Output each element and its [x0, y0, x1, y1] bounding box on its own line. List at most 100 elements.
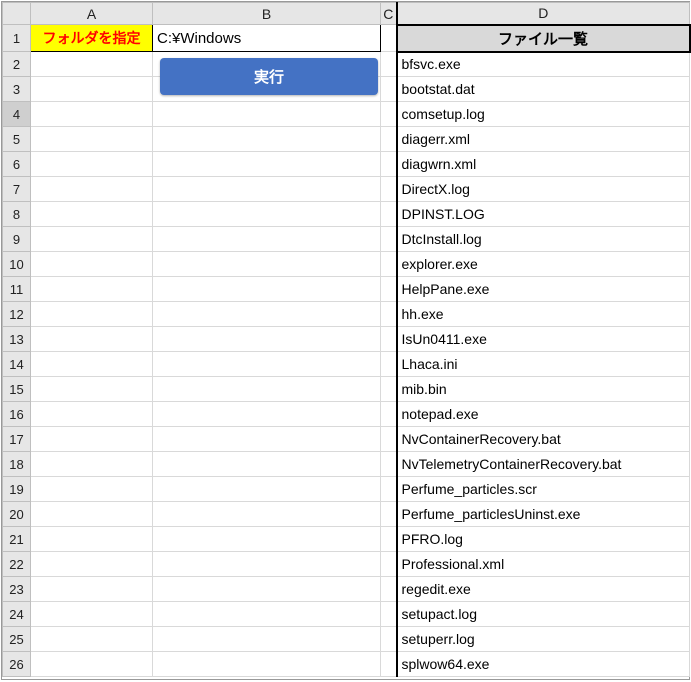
cell-C3[interactable]: [381, 77, 397, 102]
row-header-7[interactable]: 7: [3, 177, 31, 202]
cell-D16[interactable]: notepad.exe: [397, 402, 690, 427]
row-header-9[interactable]: 9: [3, 227, 31, 252]
cell-B25[interactable]: [153, 627, 381, 652]
cell-B5[interactable]: [153, 127, 381, 152]
row-header-21[interactable]: 21: [3, 527, 31, 552]
cell-A19[interactable]: [31, 477, 153, 502]
cell-B15[interactable]: [153, 377, 381, 402]
cell-A2[interactable]: [31, 52, 153, 77]
cell-C11[interactable]: [381, 277, 397, 302]
cell-C6[interactable]: [381, 152, 397, 177]
cell-D25[interactable]: setuperr.log: [397, 627, 690, 652]
cell-A9[interactable]: [31, 227, 153, 252]
cell-B26[interactable]: [153, 652, 381, 677]
cell-A6[interactable]: [31, 152, 153, 177]
cell-B11[interactable]: [153, 277, 381, 302]
cell-B23[interactable]: [153, 577, 381, 602]
cell-A3[interactable]: [31, 77, 153, 102]
cell-A12[interactable]: [31, 302, 153, 327]
row-header-6[interactable]: 6: [3, 152, 31, 177]
row-header-4[interactable]: 4: [3, 102, 31, 127]
cell-A1[interactable]: フォルダを指定: [31, 25, 153, 52]
cell-B12[interactable]: [153, 302, 381, 327]
cell-D2[interactable]: bfsvc.exe: [397, 52, 690, 77]
row-header-22[interactable]: 22: [3, 552, 31, 577]
col-header-C[interactable]: C: [381, 3, 397, 25]
cell-A4[interactable]: [31, 102, 153, 127]
cell-B24[interactable]: [153, 602, 381, 627]
cell-D21[interactable]: PFRO.log: [397, 527, 690, 552]
row-header-10[interactable]: 10: [3, 252, 31, 277]
grid[interactable]: A B C D 1フォルダを指定C:¥Windowsファイル一覧2bfsvc.e…: [2, 2, 691, 677]
cell-A17[interactable]: [31, 427, 153, 452]
row-header-3[interactable]: 3: [3, 77, 31, 102]
cell-A26[interactable]: [31, 652, 153, 677]
row-header-1[interactable]: 1: [3, 25, 31, 52]
cell-C24[interactable]: [381, 602, 397, 627]
row-header-8[interactable]: 8: [3, 202, 31, 227]
cell-C10[interactable]: [381, 252, 397, 277]
cell-D20[interactable]: Perfume_particlesUninst.exe: [397, 502, 690, 527]
cell-B21[interactable]: [153, 527, 381, 552]
cell-C7[interactable]: [381, 177, 397, 202]
cell-D26[interactable]: splwow64.exe: [397, 652, 690, 677]
cell-B18[interactable]: [153, 452, 381, 477]
cell-D12[interactable]: hh.exe: [397, 302, 690, 327]
cell-D5[interactable]: diagerr.xml: [397, 127, 690, 152]
cell-D9[interactable]: DtcInstall.log: [397, 227, 690, 252]
row-header-17[interactable]: 17: [3, 427, 31, 452]
cell-C9[interactable]: [381, 227, 397, 252]
row-header-14[interactable]: 14: [3, 352, 31, 377]
cell-C22[interactable]: [381, 552, 397, 577]
cell-B7[interactable]: [153, 177, 381, 202]
cell-A21[interactable]: [31, 527, 153, 552]
cell-B4[interactable]: [153, 102, 381, 127]
row-header-13[interactable]: 13: [3, 327, 31, 352]
cell-B10[interactable]: [153, 252, 381, 277]
row-header-18[interactable]: 18: [3, 452, 31, 477]
row-header-25[interactable]: 25: [3, 627, 31, 652]
cell-A18[interactable]: [31, 452, 153, 477]
cell-A13[interactable]: [31, 327, 153, 352]
row-header-16[interactable]: 16: [3, 402, 31, 427]
cell-C20[interactable]: [381, 502, 397, 527]
cell-D3[interactable]: bootstat.dat: [397, 77, 690, 102]
cell-C2[interactable]: [381, 52, 397, 77]
cell-A24[interactable]: [31, 602, 153, 627]
cell-A8[interactable]: [31, 202, 153, 227]
row-header-23[interactable]: 23: [3, 577, 31, 602]
row-header-24[interactable]: 24: [3, 602, 31, 627]
row-header-19[interactable]: 19: [3, 477, 31, 502]
cell-D17[interactable]: NvContainerRecovery.bat: [397, 427, 690, 452]
cell-A16[interactable]: [31, 402, 153, 427]
cell-A22[interactable]: [31, 552, 153, 577]
cell-C18[interactable]: [381, 452, 397, 477]
col-header-D[interactable]: D: [397, 3, 690, 25]
cell-D4[interactable]: comsetup.log: [397, 102, 690, 127]
cell-C25[interactable]: [381, 627, 397, 652]
cell-C5[interactable]: [381, 127, 397, 152]
cell-D18[interactable]: NvTelemetryContainerRecovery.bat: [397, 452, 690, 477]
cell-B8[interactable]: [153, 202, 381, 227]
col-header-B[interactable]: B: [153, 3, 381, 25]
cell-C14[interactable]: [381, 352, 397, 377]
row-header-20[interactable]: 20: [3, 502, 31, 527]
cell-B13[interactable]: [153, 327, 381, 352]
cell-A14[interactable]: [31, 352, 153, 377]
cell-C26[interactable]: [381, 652, 397, 677]
cell-C4[interactable]: [381, 102, 397, 127]
col-header-A[interactable]: A: [31, 3, 153, 25]
cell-D24[interactable]: setupact.log: [397, 602, 690, 627]
cell-C17[interactable]: [381, 427, 397, 452]
cell-A7[interactable]: [31, 177, 153, 202]
row-header-26[interactable]: 26: [3, 652, 31, 677]
cell-C16[interactable]: [381, 402, 397, 427]
cell-C13[interactable]: [381, 327, 397, 352]
cell-D15[interactable]: mib.bin: [397, 377, 690, 402]
cell-D10[interactable]: explorer.exe: [397, 252, 690, 277]
cell-A5[interactable]: [31, 127, 153, 152]
cell-A23[interactable]: [31, 577, 153, 602]
cell-C15[interactable]: [381, 377, 397, 402]
cell-B14[interactable]: [153, 352, 381, 377]
exec-button[interactable]: 実行: [160, 58, 378, 95]
